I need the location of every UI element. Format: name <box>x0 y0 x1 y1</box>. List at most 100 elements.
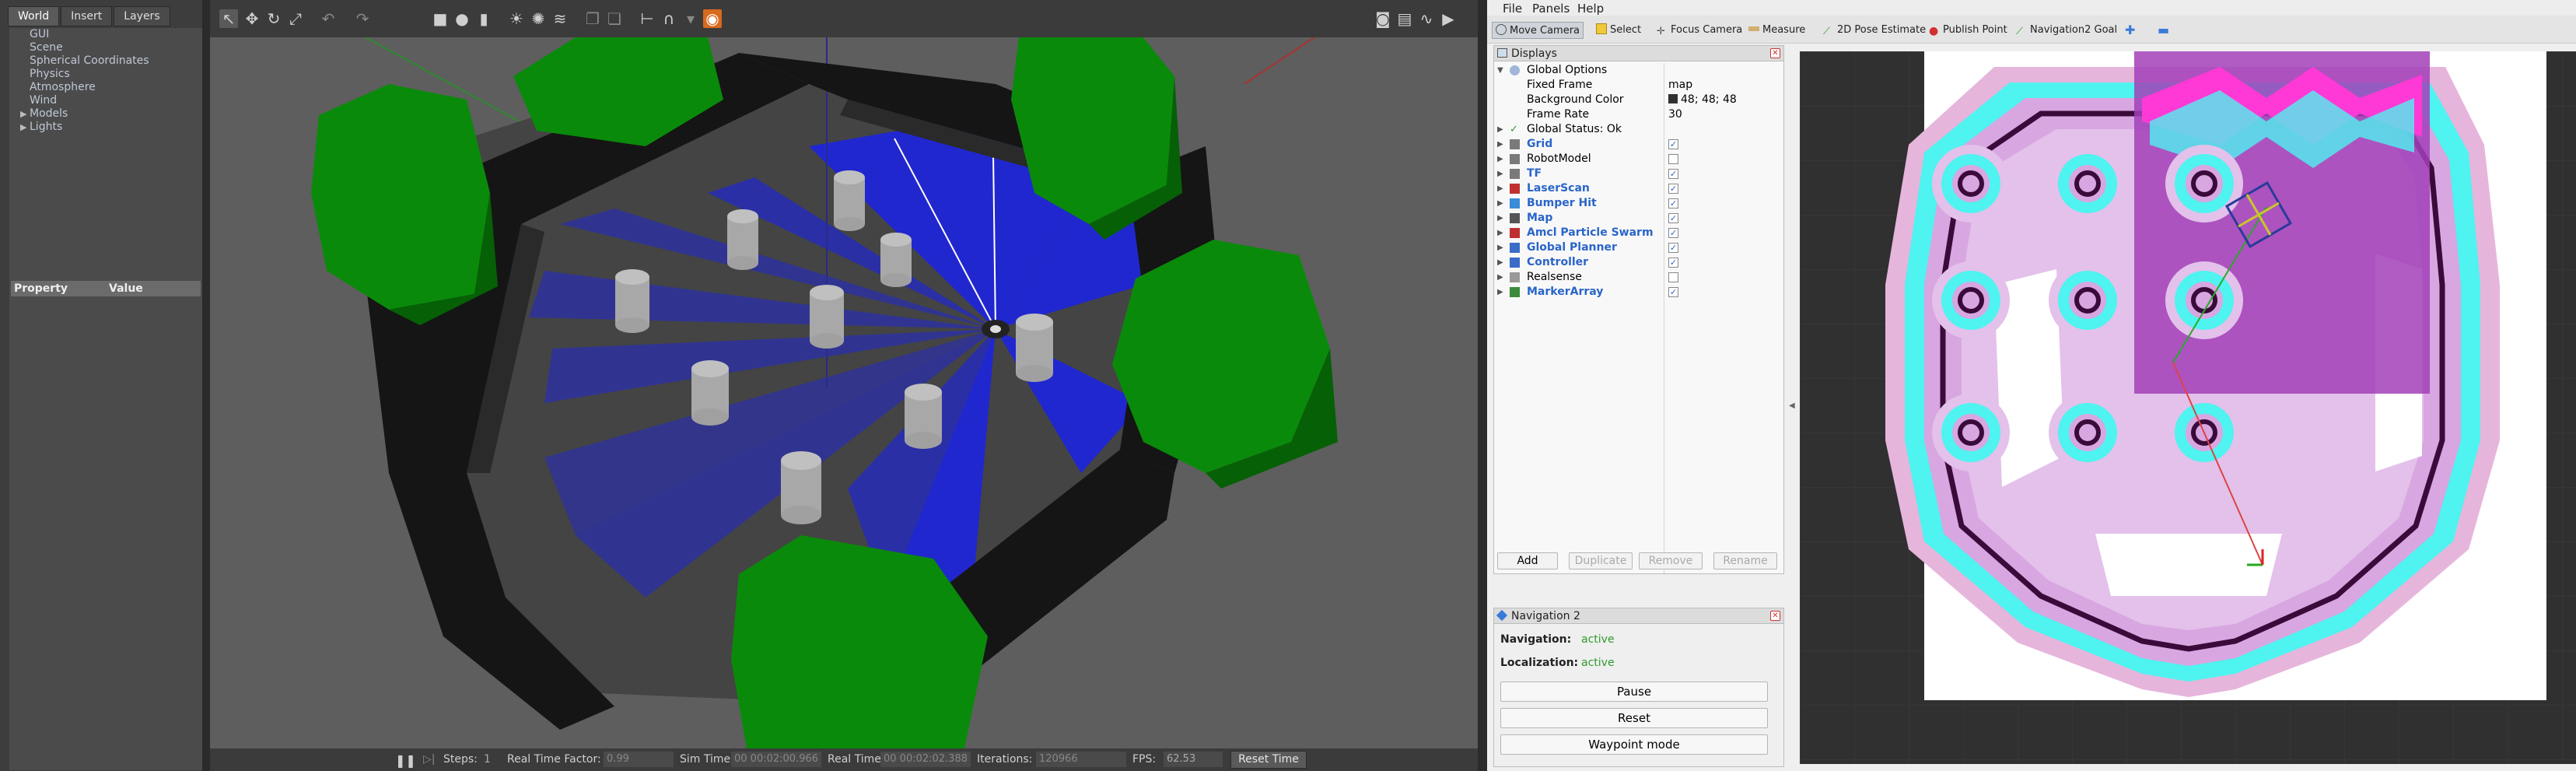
plot-icon[interactable]: ∿ <box>1417 9 1436 28</box>
display-row[interactable]: ▶ Bumper Hit ✓ <box>1494 196 1783 211</box>
cylinder-shape-icon[interactable]: ▮ <box>474 9 493 28</box>
add-display-button[interactable]: Add <box>1497 552 1558 569</box>
copy-icon[interactable]: ❐ <box>583 9 602 28</box>
tree-item-gui[interactable]: GUI <box>9 28 202 41</box>
fixed-frame-value[interactable]: map <box>1668 78 1692 93</box>
remove-tool-icon[interactable]: ▬ <box>2158 22 2169 39</box>
pause-button[interactable]: Pause <box>1500 682 1768 702</box>
measure-tool[interactable]: Measure <box>1748 22 1805 39</box>
reset-button[interactable]: Reset <box>1500 708 1768 728</box>
expand-arrow-icon[interactable]: ▶ <box>1497 240 1503 255</box>
global-status-row[interactable]: ▶ ✓ Global Status: Ok <box>1494 122 1783 137</box>
duplicate-display-button[interactable]: Duplicate <box>1569 552 1633 569</box>
redo-icon[interactable]: ↷ <box>353 9 372 28</box>
display-row[interactable]: ▶ Controller ✓ <box>1494 255 1783 270</box>
gazebo-3d-viewport[interactable] <box>210 37 1478 748</box>
panel-splitter[interactable]: ◀ <box>1786 44 1798 771</box>
display-row[interactable]: ▶ Realsense <box>1494 270 1783 285</box>
fixed-frame-row[interactable]: Fixed Frame map <box>1494 78 1783 93</box>
undo-icon[interactable]: ↶ <box>319 9 338 28</box>
waypoint-mode-button[interactable]: Waypoint mode <box>1500 734 1768 755</box>
menu-panels[interactable]: Panels <box>1532 2 1570 16</box>
display-enable-checkbox[interactable]: ✓ <box>1668 228 1678 238</box>
close-icon[interactable]: ✕ <box>1770 48 1780 58</box>
point-light-icon[interactable]: ☀ <box>507 9 526 28</box>
expand-arrow-icon[interactable]: ▶ <box>1497 166 1503 181</box>
remove-display-button[interactable]: Remove <box>1639 552 1703 569</box>
expand-arrow-icon[interactable]: ▶ <box>1497 211 1503 226</box>
nav-goal-tool[interactable]: ⟋ Navigation2 Goal <box>2016 22 2117 39</box>
log-icon[interactable]: ▤ <box>1395 9 1414 28</box>
spot-light-icon[interactable]: ✺ <box>529 9 548 28</box>
rotate-mode-icon[interactable]: ↻ <box>264 9 283 28</box>
record-icon[interactable]: ◉ <box>703 9 722 28</box>
expand-arrow-icon[interactable]: ▶ <box>1497 181 1503 196</box>
display-enable-checkbox[interactable]: ✓ <box>1668 184 1678 194</box>
tree-item-wind[interactable]: Wind <box>9 94 202 107</box>
scale-mode-icon[interactable]: ⤢ <box>286 9 305 28</box>
display-enable-checkbox[interactable]: ✓ <box>1668 198 1678 209</box>
tab-insert[interactable]: Insert <box>61 6 113 26</box>
tree-item-atmosphere[interactable]: Atmosphere <box>9 81 202 94</box>
expand-arrow-icon[interactable]: ▶ <box>1497 122 1503 137</box>
publish-point-tool[interactable]: ● Publish Point <box>1929 22 2007 39</box>
snap-icon[interactable]: ∩ <box>660 9 678 28</box>
display-enable-checkbox[interactable]: ✓ <box>1668 139 1678 149</box>
tab-layers[interactable]: Layers <box>114 6 170 26</box>
display-row[interactable]: ▶ RobotModel <box>1494 152 1783 166</box>
display-enable-checkbox[interactable]: ✓ <box>1668 169 1678 179</box>
select-mode-icon[interactable]: ↖ <box>219 9 238 28</box>
menu-file[interactable]: File <box>1503 2 1522 16</box>
rename-display-button[interactable]: Rename <box>1713 552 1777 569</box>
box-shape-icon[interactable]: ■ <box>431 9 450 28</box>
background-color-value[interactable]: 48; 48; 48 <box>1668 93 1737 107</box>
collapse-arrow-icon[interactable]: ▼ <box>1497 63 1503 78</box>
expand-arrow-icon[interactable]: ▶ <box>1497 270 1503 285</box>
tree-item-lights[interactable]: ▶ Lights <box>9 121 202 134</box>
display-row[interactable]: ▶ TF ✓ <box>1494 166 1783 181</box>
tree-item-scene[interactable]: Scene <box>9 41 202 54</box>
display-row[interactable]: ▶ Grid ✓ <box>1494 137 1783 152</box>
rviz-3d-view[interactable] <box>1800 51 2576 764</box>
paste-icon[interactable]: ❏ <box>605 9 624 28</box>
display-enable-checkbox[interactable]: ✓ <box>1668 287 1678 297</box>
expand-arrow-icon[interactable]: ▶ <box>1497 137 1503 152</box>
splitter-arrow-icon[interactable]: ◀ <box>1789 401 1795 410</box>
steps-value[interactable]: 1 <box>484 753 491 766</box>
translate-mode-icon[interactable]: ✥ <box>243 9 261 28</box>
global-options-row[interactable]: ▼ Global Options <box>1494 63 1783 78</box>
display-enable-checkbox[interactable]: ✓ <box>1668 258 1678 268</box>
expand-arrow-icon[interactable]: ▶ <box>1497 226 1503 240</box>
reset-time-button[interactable]: Reset Time <box>1230 751 1307 769</box>
tree-item-physics[interactable]: Physics <box>9 68 202 81</box>
expand-arrow-icon[interactable]: ▶ <box>20 107 30 121</box>
background-color-row[interactable]: Background Color 48; 48; 48 <box>1494 93 1783 107</box>
expand-arrow-icon[interactable]: ▶ <box>1497 152 1503 166</box>
menu-help[interactable]: Help <box>1577 2 1604 16</box>
sphere-shape-icon[interactable]: ● <box>453 9 471 28</box>
focus-camera-tool[interactable]: ✛ Focus Camera <box>1657 22 1742 39</box>
step-icon[interactable]: ▷| <box>423 753 435 766</box>
change-view-icon[interactable]: ▾ <box>681 9 700 28</box>
display-row[interactable]: ▶ Global Planner ✓ <box>1494 240 1783 255</box>
pause-icon[interactable]: ❚❚ <box>395 753 416 768</box>
screenshot-icon[interactable]: ◙ <box>1374 9 1392 28</box>
tree-item-models[interactable]: ▶ Models <box>9 107 202 121</box>
expand-arrow-icon[interactable]: ▶ <box>1497 285 1503 300</box>
expand-arrow-icon[interactable]: ▶ <box>1497 255 1503 270</box>
video-record-icon[interactable]: ▶ <box>1439 9 1458 28</box>
display-row[interactable]: ▶ MarkerArray ✓ <box>1494 285 1783 300</box>
display-row[interactable]: ▶ Map ✓ <box>1494 211 1783 226</box>
display-row[interactable]: ▶ LaserScan ✓ <box>1494 181 1783 196</box>
frame-rate-row[interactable]: Frame Rate 30 <box>1494 107 1783 122</box>
display-enable-checkbox[interactable]: ✓ <box>1668 213 1678 223</box>
tree-item-spherical-coordinates[interactable]: Spherical Coordinates <box>9 54 202 68</box>
display-enable-checkbox[interactable]: ✓ <box>1668 243 1678 253</box>
directional-light-icon[interactable]: ≋ <box>551 9 569 28</box>
align-icon[interactable]: ⊢ <box>638 9 656 28</box>
expand-arrow-icon[interactable]: ▶ <box>20 121 30 134</box>
display-enable-checkbox[interactable] <box>1668 272 1678 282</box>
pose-estimate-tool[interactable]: ⟋ 2D Pose Estimate <box>1823 22 1926 39</box>
display-row[interactable]: ▶ Amcl Particle Swarm ✓ <box>1494 226 1783 240</box>
expand-arrow-icon[interactable]: ▶ <box>1497 196 1503 211</box>
